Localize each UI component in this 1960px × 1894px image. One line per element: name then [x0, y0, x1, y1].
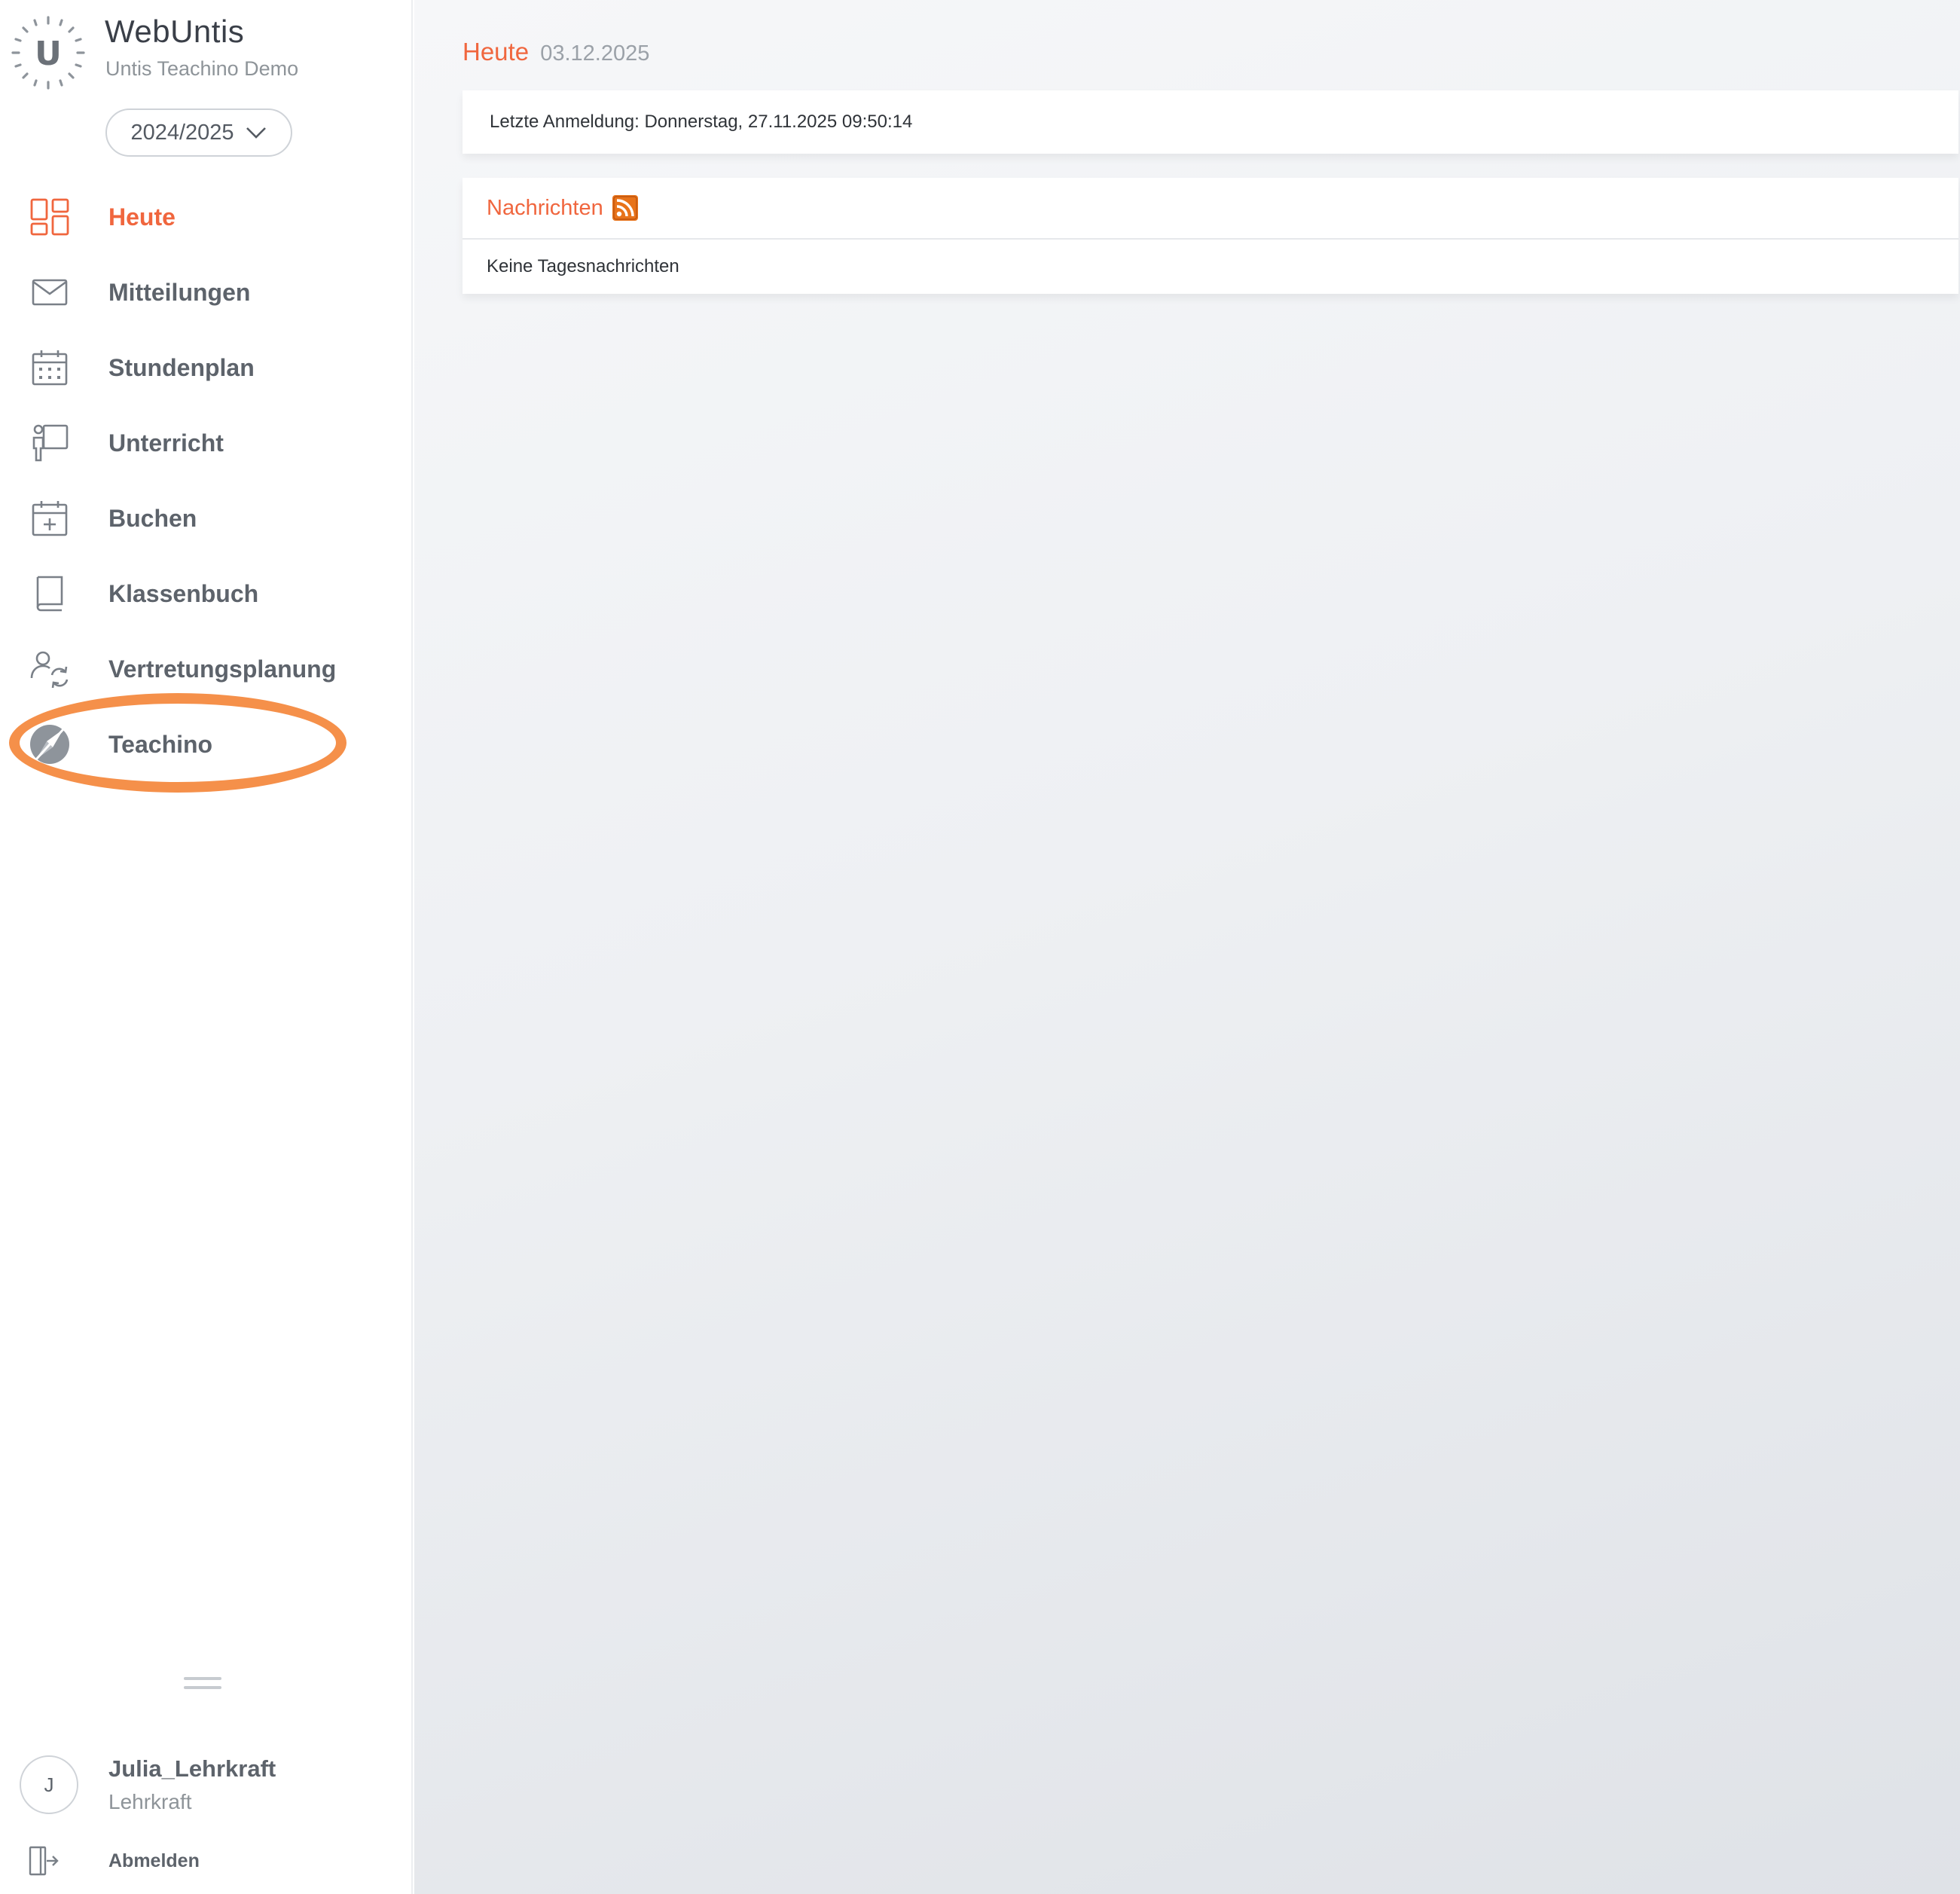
nav-label-teachino: Teachino: [108, 730, 213, 758]
logo-letter: U: [35, 35, 62, 73]
avatar-initial: J: [44, 1773, 54, 1796]
page-title: Heute: [463, 38, 530, 66]
calendar-grid-icon: [27, 345, 72, 390]
logout-door-icon: [29, 1846, 59, 1876]
last-login-card: Letzte Anmeldung: Donnerstag, 27.11.2025…: [463, 90, 1958, 154]
dashboard-icon: [27, 194, 72, 240]
sidebar: U WebUntis Untis Teachino Demo 2024/2025…: [0, 0, 413, 1894]
last-login-text: Letzte Anmeldung: Donnerstag, 27.11.2025…: [490, 112, 913, 132]
news-header: Nachrichten: [463, 178, 1958, 240]
nav-item-mitteilungen[interactable]: Mitteilungen: [0, 262, 413, 322]
sidebar-collapse-handle[interactable]: [184, 1677, 221, 1695]
nav-label-mitteilungen: Mitteilungen: [108, 278, 251, 306]
news-title: Nachrichten: [487, 195, 603, 220]
person-swap-icon: [27, 646, 72, 692]
nav-item-vertretungsplanung[interactable]: Vertretungsplanung: [0, 639, 413, 699]
page-header: Heute 03.12.2025: [463, 38, 649, 66]
rss-feed-icon[interactable]: [612, 195, 638, 221]
main-content: Heute 03.12.2025 Letzte Anmeldung: Donne…: [414, 0, 1960, 1894]
chevron-down-icon: [246, 127, 266, 139]
avatar[interactable]: J: [20, 1755, 78, 1814]
school-name: Untis Teachino Demo: [105, 57, 299, 80]
logout-label: Abmelden: [108, 1850, 200, 1871]
nav-item-klassenbuch[interactable]: Klassenbuch: [0, 564, 413, 624]
calendar-plus-icon: [27, 496, 72, 541]
news-card: Nachrichten Keine Tagesnachrichten: [463, 178, 1958, 294]
book-icon: [27, 571, 72, 616]
nav-label-unterricht: Unterricht: [108, 429, 224, 457]
logout-button[interactable]: Abmelden: [27, 1838, 253, 1883]
nav-label-buchen: Buchen: [108, 504, 197, 532]
school-year-select[interactable]: 2024/2025: [105, 108, 292, 157]
teacher-board-icon: [27, 420, 72, 466]
app-title: WebUntis: [105, 14, 245, 49]
nav-item-buchen[interactable]: Buchen: [0, 488, 413, 548]
nav-item-stundenplan[interactable]: Stundenplan: [0, 338, 413, 398]
nav-item-unterricht[interactable]: Unterricht: [0, 413, 413, 473]
envelope-icon: [27, 270, 72, 315]
news-empty-text: Keine Tagesnachrichten: [487, 256, 679, 276]
school-year-value: 2024/2025: [130, 120, 234, 145]
news-body: Keine Tagesnachrichten: [463, 240, 1958, 294]
teachino-compass-icon: [27, 722, 72, 767]
user-role: Lehrkraft: [108, 1790, 192, 1813]
nav-label-vertretungsplanung: Vertretungsplanung: [108, 655, 337, 683]
webuntis-logo-icon[interactable]: U: [11, 15, 86, 90]
nav-item-teachino[interactable]: Teachino: [0, 714, 413, 774]
nav-label-stundenplan: Stundenplan: [108, 353, 255, 381]
user-name[interactable]: Julia_Lehrkraft: [108, 1755, 276, 1782]
nav-label-klassenbuch: Klassenbuch: [108, 579, 259, 607]
nav-label-heute: Heute: [108, 203, 176, 231]
page-date: 03.12.2025: [540, 41, 650, 66]
nav-item-heute[interactable]: Heute: [0, 187, 413, 247]
